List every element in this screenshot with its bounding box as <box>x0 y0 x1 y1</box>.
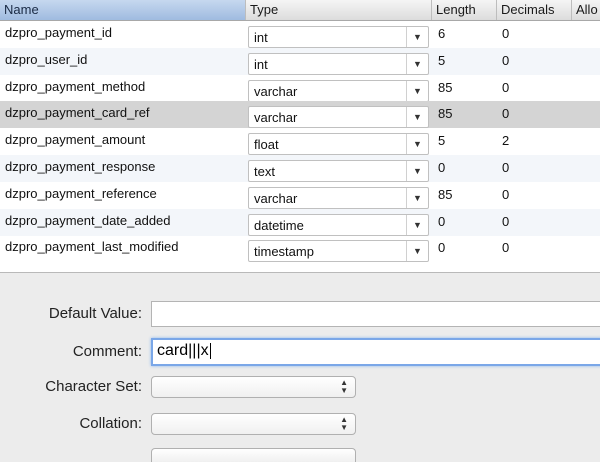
field-length-cell[interactable]: 0 <box>438 234 445 261</box>
field-decimals-cell[interactable]: 0 <box>502 20 509 47</box>
default-value-label: Default Value: <box>48 305 142 322</box>
table-row[interactable]: dzpro_payment_amount float ▼ 5 2 <box>0 127 600 156</box>
character-set-label: Character Set: <box>45 378 142 395</box>
comment-field[interactable]: card|||x <box>151 338 600 366</box>
field-length-cell[interactable]: 6 <box>438 20 445 47</box>
field-decimals-cell[interactable]: 0 <box>502 234 509 261</box>
field-name-cell: dzpro_payment_reference <box>5 185 157 201</box>
stepper-arrows-icon: ▲ ▼ <box>340 415 348 432</box>
field-type-select[interactable]: datetime ▼ <box>248 213 429 236</box>
table-row[interactable]: dzpro_payment_last_modified timestamp ▼ 0 0 <box>0 234 600 263</box>
column-header-decimals[interactable]: Decimals <box>497 0 572 20</box>
field-type-value: varchar <box>254 83 298 99</box>
field-type-select[interactable]: varchar ▼ <box>248 186 429 209</box>
table-row[interactable]: dzpro_payment_date_added datetime ▼ 0 0 <box>0 208 600 236</box>
dropdown-arrow-icon[interactable]: ▼ <box>406 214 428 235</box>
field-type-select[interactable]: varchar ▼ <box>248 79 429 102</box>
dropdown-arrow-icon[interactable]: ▼ <box>406 187 428 208</box>
field-type-value: varchar <box>254 110 298 126</box>
field-type-value: timestamp <box>254 244 314 260</box>
field-properties-panel: Default Value: Comment: card|||x Charact… <box>0 272 600 462</box>
column-header-allow-null[interactable]: Allo <box>572 0 600 20</box>
field-type-value: int <box>254 30 268 45</box>
dropdown-arrow-icon[interactable]: ▼ <box>406 241 428 262</box>
collation-select[interactable]: ▲ ▼ <box>151 413 356 435</box>
field-type-select[interactable]: text ▼ <box>248 160 429 182</box>
table-row[interactable]: dzpro_payment_reference varchar ▼ 85 0 <box>0 182 600 209</box>
field-name-cell: dzpro_payment_response <box>5 159 156 174</box>
table-row[interactable]: dzpro_user_id int ▼ 5 0 <box>0 47 600 75</box>
field-type-value: varchar <box>254 190 298 206</box>
field-name-cell: dzpro_payment_date_added <box>5 212 171 228</box>
fields-table: Name Type Length Decimals Allo dzpro_pay… <box>0 0 600 273</box>
field-type-value: datetime <box>254 217 304 233</box>
field-length-cell[interactable]: 0 <box>438 154 445 181</box>
field-decimals-cell[interactable]: 2 <box>502 127 509 154</box>
default-value-field[interactable] <box>151 301 600 327</box>
field-decimals-cell[interactable]: 0 <box>502 47 509 74</box>
field-decimals-cell[interactable]: 0 <box>502 74 509 101</box>
dropdown-arrow-icon[interactable]: ▼ <box>406 107 428 128</box>
field-type-select[interactable]: int ▼ <box>248 52 429 75</box>
field-name-cell: dzpro_payment_last_modified <box>5 239 179 255</box>
dropdown-arrow-icon[interactable]: ▼ <box>406 27 428 47</box>
next-select-partial[interactable] <box>151 448 356 462</box>
field-length-cell[interactable]: 0 <box>438 208 445 235</box>
field-type-value: float <box>254 137 279 153</box>
field-decimals-cell[interactable]: 0 <box>502 154 509 181</box>
field-name-cell: dzpro_payment_id <box>5 25 112 40</box>
comment-text: card|||x <box>157 342 209 359</box>
dropdown-arrow-icon[interactable]: ▼ <box>406 80 428 101</box>
field-name-cell: dzpro_payment_amount <box>5 132 146 148</box>
field-type-select[interactable]: float ▼ <box>248 133 429 156</box>
character-set-select[interactable]: ▲ ▼ <box>151 376 356 398</box>
field-type-select[interactable]: timestamp ▼ <box>248 240 429 263</box>
table-row[interactable]: dzpro_payment_id int ▼ 6 0 <box>0 21 600 48</box>
field-length-cell[interactable]: 85 <box>438 100 452 127</box>
field-type-select[interactable]: varchar ▼ <box>248 106 429 129</box>
table-row[interactable]: dzpro_payment_method varchar ▼ 85 0 <box>0 75 600 102</box>
dropdown-arrow-icon[interactable]: ▼ <box>406 161 428 181</box>
table-header: Name Type Length Decimals Allo <box>0 0 600 21</box>
table-row[interactable]: dzpro_payment_response text ▼ 0 0 <box>0 155 600 182</box>
field-type-value: int <box>254 56 268 72</box>
stepper-arrows-icon: ▲ ▼ <box>340 378 348 395</box>
field-type-select[interactable]: int ▼ <box>248 26 429 48</box>
field-decimals-cell[interactable]: 0 <box>502 100 509 127</box>
comment-label: Comment: <box>72 343 142 360</box>
field-length-cell[interactable]: 5 <box>438 47 445 74</box>
column-header-name[interactable]: Name <box>0 0 246 20</box>
field-name-cell: dzpro_payment_method <box>5 78 146 94</box>
field-type-value: text <box>254 164 275 179</box>
text-caret <box>209 342 211 359</box>
field-name-cell: dzpro_payment_card_ref <box>5 105 150 121</box>
field-length-cell[interactable]: 85 <box>438 181 452 208</box>
field-name-cell: dzpro_user_id <box>5 51 88 67</box>
column-header-type[interactable]: Type <box>246 0 432 20</box>
field-decimals-cell[interactable]: 0 <box>502 181 509 208</box>
collation-label: Collation: <box>79 415 142 432</box>
dropdown-arrow-icon[interactable]: ▼ <box>406 134 428 155</box>
field-length-cell[interactable]: 85 <box>438 74 452 101</box>
dropdown-arrow-icon[interactable]: ▼ <box>406 53 428 74</box>
field-length-cell[interactable]: 5 <box>438 127 445 154</box>
field-decimals-cell[interactable]: 0 <box>502 208 509 235</box>
column-header-length[interactable]: Length <box>432 0 497 20</box>
table-row[interactable]: dzpro_payment_card_ref varchar ▼ 85 0 <box>0 100 600 129</box>
